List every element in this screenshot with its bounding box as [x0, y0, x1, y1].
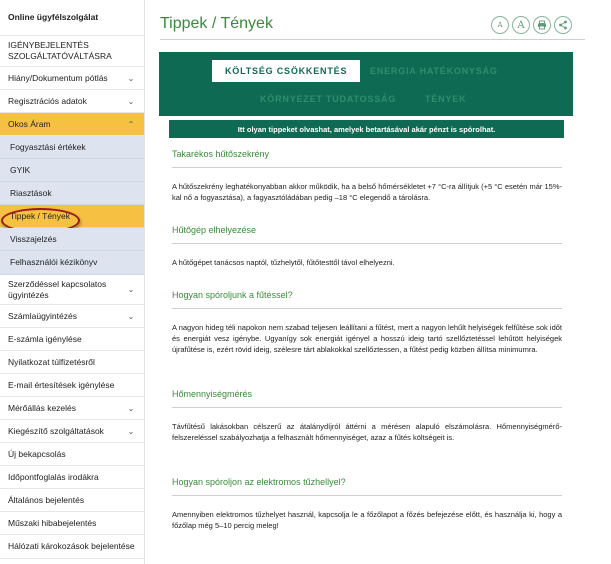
section-text: Amennyiben elektromos tűzhelyet használ,… [172, 510, 562, 530]
section-heading: Hőmennyiségmérés [172, 389, 253, 399]
sidebar-item-label: Számlaügyintézés [8, 310, 77, 321]
sidebar-item-label: E-mail értesítések igénylése [8, 379, 115, 390]
sidebar-item-label: IGÉNYBEJELENTÉS SZOLGÁLTATÓVÁLTÁSRA [8, 40, 112, 61]
main-content: Tippek / Tények A A KÖLTSÉG CSÖKKENTÉS E… [145, 0, 611, 564]
sidebar-item-label: E-számla igénylése [8, 333, 82, 344]
sidebar-item-label: Okos Áram [8, 118, 51, 129]
sidebar-item-nyilatkozat[interactable]: Nyilatkozat túlfizetésről [0, 351, 144, 374]
sidebar-item-label: Általános bejelentés [8, 494, 85, 505]
section-divider [172, 167, 562, 168]
sidebar-item-label: Online ügyfélszolgálat [8, 12, 99, 22]
sidebar: Online ügyfélszolgálat IGÉNYBEJELENTÉS S… [0, 0, 145, 564]
sidebar-item-label: Új bekapcsolás [8, 448, 66, 459]
sidebar-subitem-fogyasztasi-ertekek[interactable]: Fogyasztási értékek [0, 136, 144, 159]
tab-energia-hatekonysag[interactable]: ENERGIA HATÉKONYSÁG [370, 66, 498, 76]
sidebar-item-email-ertesitesek[interactable]: E-mail értesítések igénylése [0, 374, 144, 397]
sidebar-item-uj-bekapcsolas[interactable]: Új bekapcsolás [0, 443, 144, 466]
sidebar-item-label: Tippek / Tények [10, 210, 71, 221]
sidebar-subitem-gyik[interactable]: GYIK [0, 159, 144, 182]
chevron-down-icon: ⌄ [127, 403, 135, 413]
chevron-up-icon: ⌃ [127, 119, 135, 129]
section-heading: Hogyan spóroljon az elektromos tűzhellye… [172, 477, 346, 487]
sidebar-subitem-felhasznaloi-kezikonyv[interactable]: Felhasználói kézikönyv [0, 251, 144, 275]
sidebar-item-meroallas[interactable]: Mérőállás kezelés ⌄ [0, 397, 144, 420]
sidebar-item-szamlaugyintezes[interactable]: Számlaügyintézés ⌄ [0, 305, 144, 328]
sidebar-item-label: Visszajelzés [10, 233, 57, 244]
sidebar-item-label: Hiány/Dokumentum pótlás [8, 72, 108, 83]
sidebar-subitem-riasztasok[interactable]: Riasztások [0, 182, 144, 205]
chevron-down-icon: ⌄ [127, 96, 135, 106]
print-icon[interactable] [533, 16, 551, 34]
sidebar-item-label: GYIK [10, 164, 31, 175]
sidebar-item-altalanos-bejelentes[interactable]: Általános bejelentés [0, 489, 144, 512]
sidebar-item-hiany-potlas[interactable]: Hiány/Dokumentum pótlás ⌄ [0, 67, 144, 90]
section-text: Távfűtésű lakásokban célszerű az átalány… [172, 422, 562, 442]
share-icon[interactable] [554, 16, 572, 34]
sidebar-item-label: Riasztások [10, 187, 52, 198]
chevron-down-icon: ⌄ [127, 426, 135, 436]
sidebar-item-label: Hálózati károkozások bejelentése [8, 541, 135, 551]
toolbar: A A [491, 16, 572, 34]
tab-tenyek[interactable]: TÉNYEK [425, 94, 466, 104]
sidebar-item-muszaki-hibabejelentes[interactable]: Műszaki hibabejelentés [0, 512, 144, 535]
sidebar-item-label: Regisztrációs adatok [8, 95, 87, 106]
sidebar-item-igenybejelentes[interactable]: IGÉNYBEJELENTÉS SZOLGÁLTATÓVÁLTÁSRA [0, 36, 144, 67]
section-text: A hűtőszekrény leghatékonyabban akkor mű… [172, 182, 562, 202]
sidebar-item-szerzodes[interactable]: Szerződéssel kapcsolatos ügyintézés ⌄ [0, 275, 144, 305]
chevron-down-icon: ⌄ [127, 311, 135, 321]
page-title: Tippek / Tények [160, 15, 273, 32]
sidebar-item-label: Kiegészítő szolgáltatások [8, 425, 104, 436]
tab-bar: KÖLTSÉG CSÖKKENTÉS ENERGIA HATÉKONYSÁG K… [159, 52, 573, 116]
chevron-down-icon: ⌄ [127, 73, 135, 83]
sidebar-item-label: Fogyasztási értékek [10, 141, 86, 152]
tab-kornyezet-tudatossag[interactable]: KÖRNYEZET TUDATOSSÁG [260, 94, 396, 104]
sidebar-item-label: Mérőállás kezelés [8, 402, 77, 413]
section-heading: Hogyan spóroljunk a fűtéssel? [172, 290, 293, 300]
sidebar-subitem-tippek-tenyek[interactable]: Tippek / Tények [0, 205, 144, 233]
font-increase-icon[interactable]: A [512, 16, 530, 34]
sidebar-item-kiegeszito[interactable]: Kiegészítő szolgáltatások ⌄ [0, 420, 144, 443]
section-divider [172, 495, 562, 496]
title-divider [160, 39, 585, 40]
info-banner: Itt olyan tippeket olvashat, amelyek bet… [169, 120, 564, 138]
section-divider [172, 243, 562, 244]
section-heading: Takarékos hűtőszekrény [172, 149, 270, 159]
chevron-down-icon: ⌄ [127, 285, 135, 294]
sidebar-item-label: Felhasználói kézikönyv [10, 257, 98, 267]
section-divider [172, 308, 562, 309]
font-decrease-icon[interactable]: A [491, 16, 509, 34]
sidebar-item-idopontfoglalas[interactable]: Időpontfoglalás irodákra [0, 466, 144, 489]
sidebar-item-okos-aram[interactable]: Okos Áram ⌃ [0, 113, 144, 136]
sidebar-item-label: Nyilatkozat túlfizetésről [8, 356, 95, 367]
tab-koltseg-csokkentes[interactable]: KÖLTSÉG CSÖKKENTÉS [212, 60, 361, 82]
section-text: A hűtőgépet tanácsos naptól, tűzhelytől,… [172, 258, 395, 267]
section-text: A nagyon hideg téli napokon nem szabad t… [172, 323, 562, 354]
sidebar-item-e-szamla[interactable]: E-számla igénylése [0, 328, 144, 351]
sidebar-item-regisztracios-adatok[interactable]: Regisztrációs adatok ⌄ [0, 90, 144, 113]
sidebar-item-label: Időpontfoglalás irodákra [8, 471, 99, 482]
sidebar-item-label: Szerződéssel kapcsolatos ügyintézés [8, 278, 107, 300]
sidebar-subitem-visszajelzes[interactable]: Visszajelzés [0, 228, 144, 251]
section-heading: Hűtőgép elhelyezése [172, 225, 257, 235]
sidebar-item-online-ugyfelszolgalat[interactable]: Online ügyfélszolgálat [0, 0, 144, 36]
sidebar-item-halozati-karokozasok[interactable]: Hálózati károkozások bejelentése [0, 535, 144, 559]
sidebar-item-label: Műszaki hibabejelentés [8, 517, 97, 528]
section-divider [172, 407, 562, 408]
